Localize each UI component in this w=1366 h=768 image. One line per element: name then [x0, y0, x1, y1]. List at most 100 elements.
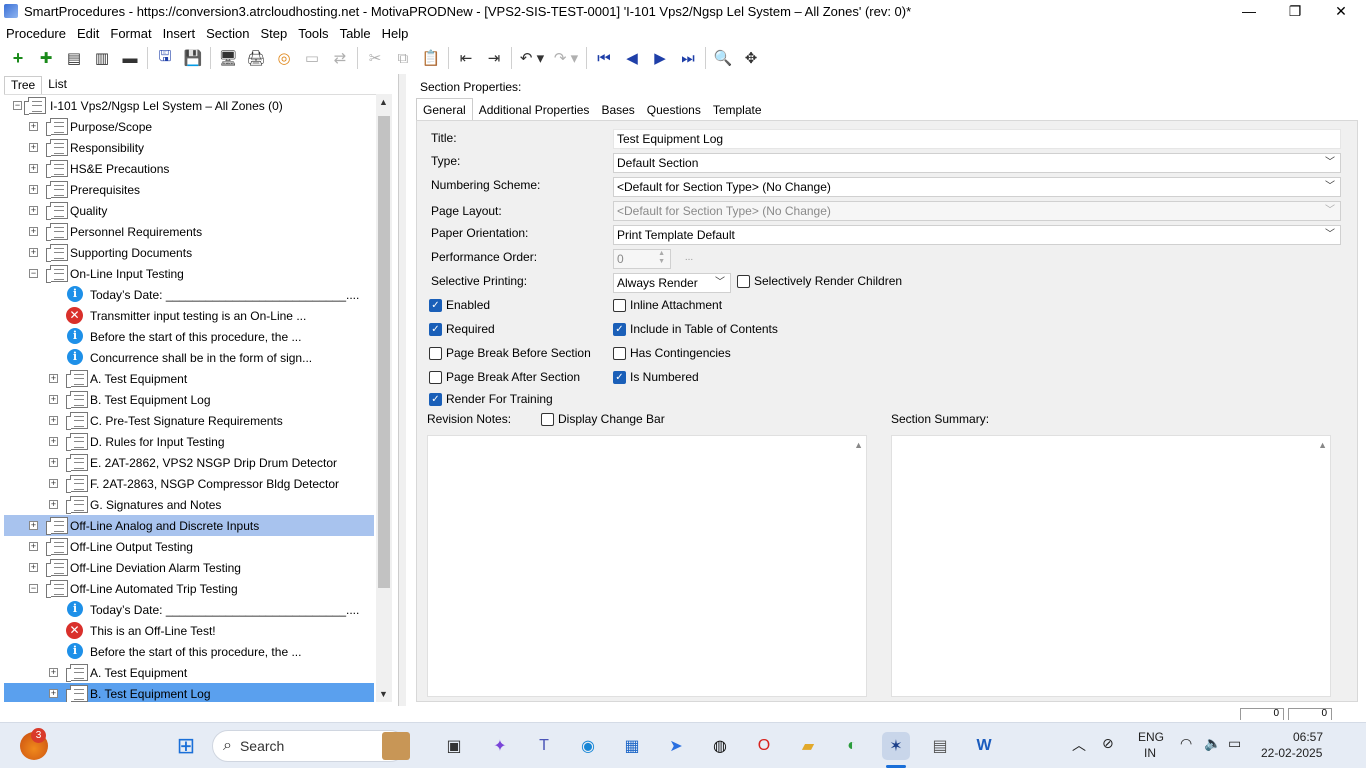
include-toc-checkbox[interactable]: ✓ Include in Table of Contents: [613, 322, 778, 336]
save-all-icon[interactable]: 🖫: [151, 46, 179, 70]
scroll-up-icon[interactable]: ▲: [379, 97, 388, 107]
tree-item[interactable]: + Personnel Requirements: [4, 221, 374, 242]
tree-item[interactable]: + Supporting Documents: [4, 242, 374, 263]
expand-icon[interactable]: +: [29, 248, 38, 257]
edge-icon[interactable]: ◉: [574, 732, 602, 760]
tab-list[interactable]: List: [42, 76, 73, 94]
app-arrow-icon[interactable]: ➤: [662, 732, 690, 760]
menu-help[interactable]: Help: [382, 26, 409, 41]
tree-item[interactable]: + Prerequisites: [4, 179, 374, 200]
file-explorer-icon[interactable]: ▰: [794, 732, 822, 760]
tree-item[interactable]: + C. Pre-Test Signature Requirements: [4, 410, 374, 431]
tree-item[interactable]: + Quality: [4, 200, 374, 221]
globe-icon[interactable]: ◎: [270, 46, 298, 70]
smartprocedures-taskbar-icon[interactable]: ✶: [882, 732, 910, 760]
preview-icon[interactable]: ▭: [298, 46, 326, 70]
menu-insert[interactable]: Insert: [163, 26, 196, 41]
tree-item[interactable]: + F. 2AT-2863, NSGP Compressor Bldg Detec…: [4, 473, 374, 494]
tree-item[interactable]: ✕ Transmitter input testing is an On-Line…: [4, 305, 374, 326]
task-view-icon[interactable]: ▣: [440, 732, 468, 760]
clock-date[interactable]: 22-02-2025: [1261, 746, 1322, 760]
close-button[interactable]: ✕: [1318, 0, 1364, 22]
paste-icon[interactable]: 📋: [417, 46, 445, 70]
menu-step[interactable]: Step: [260, 26, 287, 41]
selective-printing-select[interactable]: Always Render ﹀: [613, 273, 731, 293]
tree-item[interactable]: − I-101 Vps2/Ngsp Lel System – All Zones …: [4, 95, 374, 116]
first-icon[interactable]: ⏮: [590, 46, 618, 70]
scroll-up-icon[interactable]: ▲: [854, 440, 863, 450]
next-icon[interactable]: ▶: [646, 46, 674, 70]
tab-tree[interactable]: Tree: [4, 76, 43, 94]
copilot-icon[interactable]: ✦: [486, 732, 514, 760]
tree-item[interactable]: + Off-Line Output Testing: [4, 536, 374, 557]
is-numbered-checkbox[interactable]: ✓ Is Numbered: [613, 370, 699, 384]
taskbar-search[interactable]: ⌕ Search: [212, 730, 406, 762]
add-child-icon[interactable]: ✚: [32, 46, 60, 70]
expand-icon[interactable]: +: [29, 542, 38, 551]
outdent-icon[interactable]: ⇤: [452, 46, 480, 70]
find-icon[interactable]: 🔍: [709, 46, 737, 70]
save-icon[interactable]: 💾: [179, 46, 207, 70]
render-for-training-checkbox[interactable]: ✓ Render For Training: [429, 392, 553, 406]
store-icon[interactable]: ▦: [618, 732, 646, 760]
remote-desktop-icon[interactable]: ▤: [926, 732, 954, 760]
minimize-button[interactable]: —: [1226, 0, 1272, 22]
enabled-checkbox[interactable]: ✓ Enabled: [429, 298, 490, 312]
scroll-down-icon[interactable]: ▼: [379, 689, 388, 699]
tree-item[interactable]: + Responsibility: [4, 137, 374, 158]
tree-item[interactable]: + D. Rules for Input Testing: [4, 431, 374, 452]
redo-icon[interactable]: ↷ ▾: [549, 46, 583, 70]
page-break-after-checkbox[interactable]: Page Break After Section: [429, 370, 580, 384]
transfer-icon[interactable]: ⇄: [326, 46, 354, 70]
page-break-before-checkbox[interactable]: Page Break Before Section: [429, 346, 591, 360]
tree-item[interactable]: + A. Test Equipment: [4, 368, 374, 389]
tree-item[interactable]: i Before the start of this procedure, the…: [4, 641, 374, 662]
indent-icon[interactable]: ⇥: [480, 46, 508, 70]
tab-questions[interactable]: Questions: [641, 100, 707, 120]
copy-icon[interactable]: ⧉: [389, 46, 417, 70]
expand-icon[interactable]: +: [29, 521, 38, 530]
section-summary-textarea[interactable]: ▲: [891, 435, 1331, 697]
print-icon[interactable]: 🖨: [242, 46, 270, 70]
orientation-select[interactable]: Print Template Default ﹀: [613, 225, 1341, 245]
expand-icon[interactable]: +: [29, 563, 38, 572]
selectively-render-children-checkbox[interactable]: Selectively Render Children: [737, 274, 902, 288]
expand-icon[interactable]: +: [29, 122, 38, 131]
undo-icon[interactable]: ↶ ▾: [515, 46, 549, 70]
scrollbar-thumb[interactable]: [378, 116, 390, 588]
menu-format[interactable]: Format: [110, 26, 151, 41]
title-input[interactable]: Test Equipment Log: [613, 129, 1341, 149]
tree-item[interactable]: i Before the start of this procedure, the…: [4, 326, 374, 347]
dell-icon[interactable]: ◍: [706, 732, 734, 760]
expand-icon[interactable]: +: [49, 374, 58, 383]
expand-icon[interactable]: +: [29, 143, 38, 152]
expand-icon[interactable]: +: [29, 206, 38, 215]
last-icon[interactable]: ⏭: [674, 46, 702, 70]
has-contingencies-checkbox[interactable]: Has Contingencies: [613, 346, 731, 360]
menu-section[interactable]: Section: [206, 26, 249, 41]
expand-icon[interactable]: +: [29, 185, 38, 194]
maximize-button[interactable]: ❐: [1272, 0, 1318, 22]
tree-item[interactable]: − Off-Line Automated Trip Testing: [4, 578, 374, 599]
delete-icon[interactable]: ▬: [116, 46, 144, 70]
tab-general[interactable]: General: [416, 98, 473, 120]
expand-icon[interactable]: +: [49, 395, 58, 404]
menu-procedure[interactable]: Procedure: [6, 26, 66, 41]
tree-item[interactable]: i Today’s Date: _________________________…: [4, 599, 374, 620]
tree-item[interactable]: + Off-Line Analog and Discrete Inputs: [4, 515, 374, 536]
language-label[interactable]: ENG: [1138, 730, 1164, 744]
scroll-up-icon[interactable]: ▲: [1318, 440, 1327, 450]
tree-item[interactable]: + HS&E Precautions: [4, 158, 374, 179]
publish-icon[interactable]: 🖥: [214, 46, 242, 70]
chrome-icon[interactable]: ◐: [838, 732, 866, 760]
region-label[interactable]: IN: [1144, 746, 1156, 760]
inline-attachment-checkbox[interactable]: Inline Attachment: [613, 298, 722, 312]
tree-item[interactable]: + Purpose/Scope: [4, 116, 374, 137]
tree-item[interactable]: i Today’s Date: _________________________…: [4, 284, 374, 305]
cut-icon[interactable]: ✂: [361, 46, 389, 70]
menu-table[interactable]: Table: [340, 26, 371, 41]
chevron-up-icon[interactable]: ︿: [1072, 735, 1086, 755]
expand-icon[interactable]: +: [49, 689, 58, 698]
menu-edit[interactable]: Edit: [77, 26, 99, 41]
expand-icon[interactable]: +: [49, 479, 58, 488]
